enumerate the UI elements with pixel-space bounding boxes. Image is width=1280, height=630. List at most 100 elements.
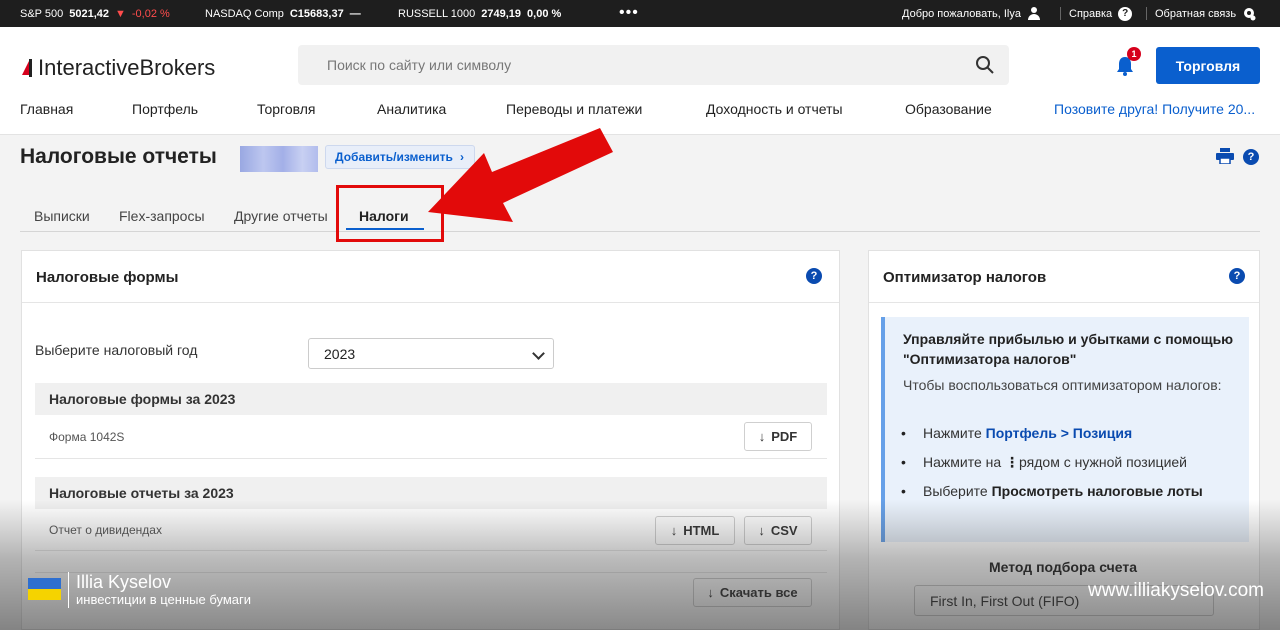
referral-promo-link[interactable]: Позовите друга! Получите 20... bbox=[1054, 101, 1255, 117]
nav-item-trade[interactable]: Торговля bbox=[257, 101, 315, 117]
help-label: Справка bbox=[1069, 7, 1113, 20]
highlight-box bbox=[336, 185, 444, 242]
user-icon bbox=[1027, 6, 1041, 21]
notifications-button[interactable]: 1 bbox=[1114, 47, 1141, 77]
download-all-button[interactable]: ↓ Скачать все bbox=[693, 578, 812, 607]
card-title: Оптимизатор налогов bbox=[883, 269, 1047, 286]
nav-item-education[interactable]: Образование bbox=[905, 101, 992, 117]
nav-item-research[interactable]: Аналитика bbox=[377, 101, 446, 117]
main-nav: Главная Портфель Торговля Аналитика Пере… bbox=[0, 101, 1280, 123]
tab-other-reports[interactable]: Другие отчеты bbox=[234, 208, 328, 224]
add-edit-accounts-button[interactable]: Добавить/изменить › bbox=[325, 145, 475, 169]
tab-statements[interactable]: Выписки bbox=[34, 208, 90, 224]
table-row: Форма 1042S bbox=[35, 415, 827, 459]
csv-label: CSV bbox=[770, 523, 798, 538]
download-arrow-icon: ↓ bbox=[670, 523, 678, 538]
chevron-right-icon: › bbox=[459, 150, 464, 164]
welcome-text: Добро пожаловать, Ilya bbox=[902, 7, 1021, 20]
search-icon[interactable] bbox=[975, 55, 995, 75]
nav-item-performance-reports[interactable]: Доходность и отчеты bbox=[706, 101, 843, 117]
print-icon[interactable] bbox=[1216, 148, 1234, 164]
pdf-label: PDF bbox=[771, 429, 798, 444]
lot-matching-method-label: Метод подбора счета bbox=[989, 559, 1138, 575]
logo-text-interactive: Interactive bbox=[38, 55, 140, 80]
step-text: Нажмите bbox=[923, 425, 986, 441]
feedback-icon bbox=[1244, 7, 1256, 20]
ticker-change: 0,00 % bbox=[527, 7, 562, 20]
market-ticker-bar: S&P 500 5021,42 ▼ -0,02 % NASDAQ Comp C1… bbox=[0, 0, 1280, 27]
optimizer-info-box: Управляйте прибылью и убытками с помощью… bbox=[881, 317, 1249, 542]
ticker-nasdaq[interactable]: NASDAQ Comp C15683,37 — bbox=[205, 0, 361, 27]
divider bbox=[35, 551, 827, 573]
feedback-label: Обратная связь bbox=[1155, 7, 1237, 20]
pdf-download-button[interactable]: ↓ PDF bbox=[744, 422, 812, 451]
watermark-subtitle: инвестиции в ценные бумаги bbox=[76, 592, 252, 607]
page-title: Налоговые отчеты bbox=[20, 145, 217, 168]
search-placeholder: Поиск по сайту или символу bbox=[327, 57, 512, 73]
nav-item-transfers[interactable]: Переводы и платежи bbox=[506, 101, 642, 117]
watermark-url: www.illiakyselov.com bbox=[1088, 580, 1264, 601]
card-header: Оптимизатор налогов ? bbox=[869, 251, 1259, 303]
ib-logo[interactable]: Interactive Brokers bbox=[20, 55, 215, 81]
site-search-input[interactable]: Поиск по сайту или символу bbox=[298, 45, 1009, 85]
download-all-label: Скачать все bbox=[719, 585, 798, 600]
nav-item-home[interactable]: Главная bbox=[20, 101, 73, 117]
ticker-value: 2749,19 bbox=[481, 7, 522, 20]
portfolio-position-link[interactable]: Портфель > Позиция bbox=[986, 425, 1133, 441]
download-arrow-icon: ↓ bbox=[758, 429, 766, 444]
download-arrow-icon: ↓ bbox=[707, 585, 714, 600]
kebab-menu-icon: ⋮ bbox=[1005, 454, 1020, 470]
feedback-link[interactable]: Обратная связь bbox=[1155, 0, 1256, 27]
page-help-icon[interactable]: ? bbox=[1243, 149, 1259, 165]
form-1042s-label: Форма 1042S bbox=[49, 430, 125, 444]
ticker-change: -0,02 % bbox=[131, 7, 170, 20]
card-header: Налоговые формы ? bbox=[22, 251, 839, 303]
ib-logo-mark-icon bbox=[20, 55, 36, 81]
tax-forms-section-header: Налоговые формы за 2023 bbox=[35, 383, 827, 415]
tax-year-select[interactable]: 2023 bbox=[308, 338, 554, 369]
ticker-name: NASDAQ Comp bbox=[205, 7, 284, 20]
divider bbox=[1060, 7, 1061, 20]
view-tax-lots-text: Просмотреть налоговые лоты bbox=[991, 483, 1203, 499]
logo-text-brokers: Brokers bbox=[139, 55, 216, 80]
step-kebab-menu: Нажмите на ⋮рядом с нужной позицией bbox=[901, 452, 1223, 472]
more-tickers-button[interactable]: ••• bbox=[619, 4, 639, 22]
info-title: Управляйте прибылью и убытками с помощью… bbox=[903, 331, 1234, 367]
tax-forms-help-icon[interactable]: ? bbox=[806, 268, 822, 284]
blurred-account-id bbox=[240, 146, 318, 172]
download-arrow-icon: ↓ bbox=[758, 523, 765, 538]
method-value: First In, First Out (FIFO) bbox=[930, 592, 1080, 609]
step-text: рядом с нужной позицией bbox=[1019, 454, 1187, 470]
step-text: Нажмите на bbox=[923, 454, 1006, 470]
tab-flex-queries[interactable]: Flex-запросы bbox=[119, 208, 205, 224]
chevron-down-icon bbox=[532, 347, 545, 360]
help-link[interactable]: Справка ? bbox=[1069, 0, 1133, 27]
trade-button[interactable]: Торговля bbox=[1156, 47, 1260, 84]
ticker-name: RUSSELL 1000 bbox=[398, 7, 476, 20]
add-edit-label: Добавить/изменить bbox=[335, 150, 453, 164]
divider bbox=[1146, 7, 1147, 20]
welcome-user-menu[interactable]: Добро пожаловать, Ilya bbox=[902, 0, 1041, 27]
nav-item-portfolio[interactable]: Портфель bbox=[132, 101, 198, 117]
ticker-name: S&P 500 bbox=[20, 7, 64, 20]
step-portfolio-position: Нажмите Портфель > Позиция bbox=[901, 423, 1223, 443]
ticker-sp500[interactable]: S&P 500 5021,42 ▼ -0,02 % bbox=[20, 0, 170, 27]
ticker-change: — bbox=[349, 7, 361, 20]
report-tabs: Выписки Flex-запросы Другие отчеты Налог… bbox=[20, 204, 1260, 232]
tax-optimizer-help-icon[interactable]: ? bbox=[1229, 268, 1245, 284]
down-triangle-icon: ▼ bbox=[115, 7, 126, 20]
step-text: Выберите bbox=[923, 483, 992, 499]
csv-download-button[interactable]: ↓ CSV bbox=[744, 516, 812, 545]
info-text: Чтобы воспользоваться оптимизатором нало… bbox=[903, 377, 1222, 393]
ticker-value: 5021,42 bbox=[69, 7, 109, 20]
notification-count-badge: 1 bbox=[1127, 47, 1141, 61]
html-label: HTML bbox=[683, 523, 720, 538]
ticker-value: C15683,37 bbox=[289, 7, 344, 20]
ticker-russell[interactable]: RUSSELL 1000 2749,19 0,00 % bbox=[398, 0, 561, 27]
html-download-button[interactable]: ↓ HTML bbox=[655, 516, 735, 545]
watermark-divider bbox=[68, 572, 69, 608]
site-header: Interactive Brokers Поиск по сайту или си… bbox=[0, 27, 1280, 135]
help-icon: ? bbox=[1118, 6, 1133, 21]
tax-year-value: 2023 bbox=[324, 345, 356, 362]
watermark-author: Illia Kyselov bbox=[76, 572, 172, 592]
